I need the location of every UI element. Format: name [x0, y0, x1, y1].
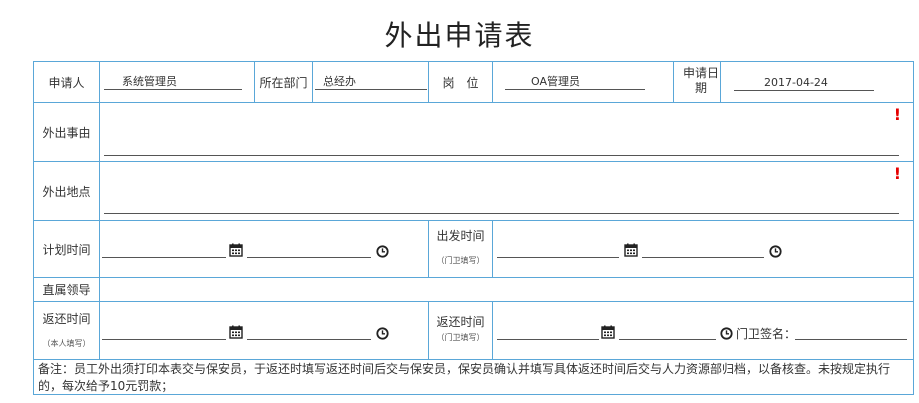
- outing-application-form: 申请人 系统管理员 所在部门 总经办 岗 位 OA管理员 申请日期 2017-0…: [33, 61, 914, 395]
- reason-label: 外出事由: [33, 102, 100, 162]
- position-field[interactable]: OA管理员: [505, 74, 645, 90]
- return-time-sub: （本人填写）: [42, 339, 91, 348]
- reason-field[interactable]: [104, 155, 899, 156]
- return-guard-date-field[interactable]: [497, 339, 599, 340]
- return-date-field[interactable]: [102, 339, 226, 340]
- note-text: 备注：员工外出须打印本表交与保安员，于返还时填写返还时间后交与保安员，保安员确认…: [33, 359, 914, 395]
- department-label: 所在部门: [254, 61, 313, 103]
- return-time-guard-label: 返还时间: [436, 315, 485, 329]
- plan-time-cell: [99, 220, 429, 278]
- guard-sign-label: 门卫签名：: [736, 327, 797, 341]
- position-label: 岗 位: [428, 61, 493, 103]
- calendar-icon[interactable]: [624, 243, 638, 257]
- reason-cell: !: [99, 102, 914, 162]
- depart-time-sub: （门卫填写）: [436, 256, 485, 265]
- clock-icon[interactable]: [376, 327, 389, 340]
- clock-icon[interactable]: [376, 245, 389, 258]
- plan-time-label: 计划时间: [33, 220, 100, 278]
- return-time-guard-sub: （门卫填写）: [436, 333, 485, 342]
- exclamation-icon: !: [893, 164, 901, 183]
- calendar-icon[interactable]: [229, 325, 243, 339]
- apply-date-field[interactable]: 2017-04-24: [734, 75, 874, 91]
- exclamation-icon: !: [893, 105, 901, 124]
- depart-time-label: 出发时间: [436, 229, 485, 243]
- department-cell: 总经办: [312, 61, 429, 103]
- clock-icon[interactable]: [769, 245, 782, 258]
- page-title: 外出申请表: [384, 19, 535, 52]
- department-field[interactable]: 总经办: [315, 74, 427, 90]
- return-time-field[interactable]: [247, 339, 371, 340]
- location-label: 外出地点: [33, 161, 100, 221]
- location-field[interactable]: [104, 213, 899, 214]
- location-cell: !: [99, 161, 914, 221]
- applicant-label: 申请人: [33, 61, 100, 103]
- applicant-field[interactable]: 系统管理员: [104, 74, 242, 90]
- direct-leader-label: 直属领导: [33, 277, 100, 302]
- return-time-cell: [99, 301, 429, 360]
- depart-time-cell: [492, 220, 914, 278]
- return-time-label-cell: 返还时间 （本人填写）: [33, 301, 100, 360]
- return-time-guard-label-cell: 返还时间 （门卫填写）: [428, 301, 493, 360]
- calendar-icon[interactable]: [601, 325, 615, 339]
- return-guard-time-field[interactable]: [619, 339, 716, 340]
- plan-time-field[interactable]: [247, 257, 371, 258]
- depart-time-label-cell: 出发时间 （门卫填写）: [428, 220, 493, 278]
- apply-date-label: 申请日期: [682, 66, 719, 95]
- clock-icon[interactable]: [720, 327, 733, 340]
- calendar-icon[interactable]: [229, 243, 243, 257]
- position-cell: OA管理员: [492, 61, 674, 103]
- apply-date-cell: 申请日期 2017-04-24: [673, 61, 914, 103]
- return-time-label: 返还时间: [42, 312, 91, 326]
- direct-leader-cell[interactable]: [99, 277, 914, 302]
- plan-date-field[interactable]: [102, 257, 226, 258]
- date-divider: [720, 62, 721, 102]
- depart-date-field[interactable]: [497, 257, 619, 258]
- applicant-cell: 系统管理员: [99, 61, 255, 103]
- depart-time-field[interactable]: [642, 257, 764, 258]
- guard-sign-field[interactable]: [795, 339, 907, 340]
- return-time-guard-cell: 门卫签名：: [492, 301, 914, 360]
